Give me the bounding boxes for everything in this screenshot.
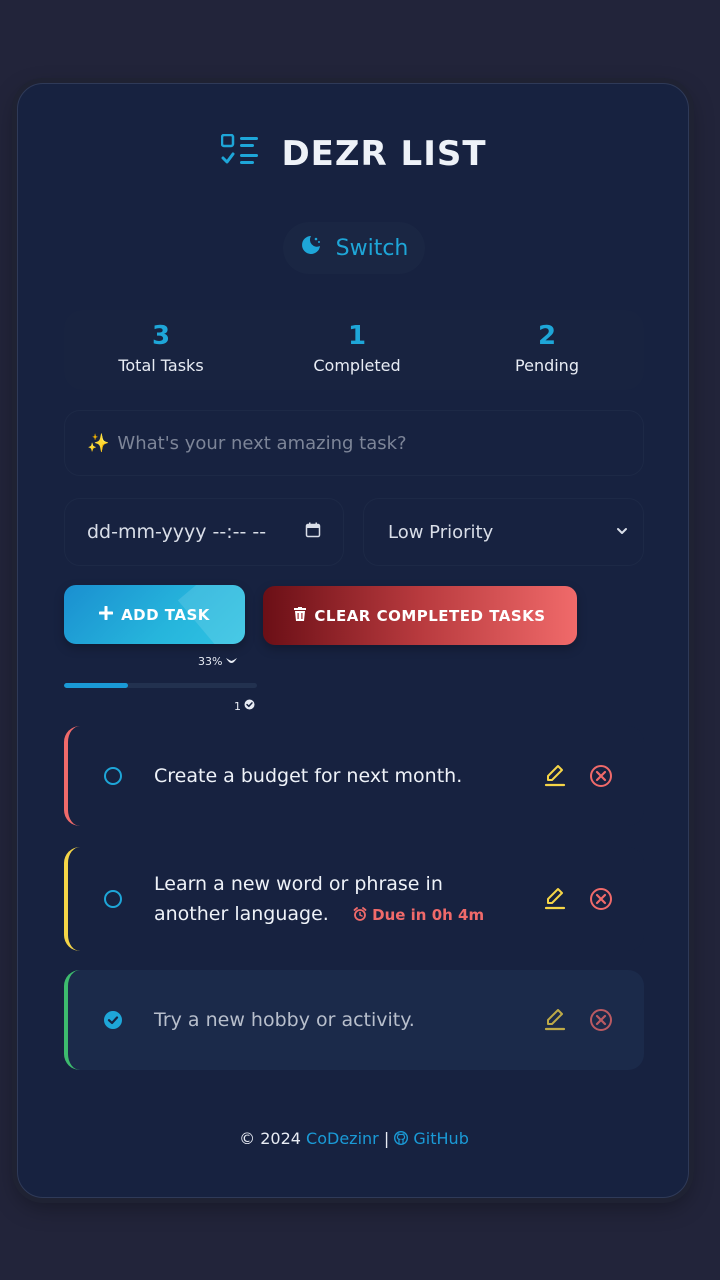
edit-icon[interactable] [544, 887, 566, 915]
task-text: Create a budget for next month. [154, 765, 463, 787]
chevron-down-icon [615, 522, 629, 543]
alarm-clock-icon [353, 906, 372, 924]
check-circle-icon [244, 699, 255, 713]
stat-pending: 2 Pending [467, 320, 627, 375]
app-title: DEZR LIST [281, 134, 487, 174]
task-checkbox[interactable] [104, 767, 122, 785]
due-date-input[interactable]: dd-mm-yyyy --:-- -- [64, 498, 344, 566]
due-date-placeholder: dd-mm-yyyy --:-- -- [87, 521, 267, 543]
header: DEZR LIST [18, 133, 690, 174]
stat-completed-value: 1 [347, 321, 367, 351]
clear-completed-button[interactable]: CLEAR COMPLETED TASKS [263, 586, 577, 645]
author-link[interactable]: CoDezinr [306, 1129, 379, 1148]
wings-icon [225, 655, 238, 668]
due-text: Due in 0h 4m [372, 906, 485, 924]
theme-switch-label: Switch [335, 235, 409, 261]
delete-icon[interactable] [589, 1008, 613, 1036]
progress-completed-count: 1 [234, 699, 255, 713]
due-badge: Due in 0h 4m [353, 906, 484, 924]
task-item: Learn a new word or phrase in another la… [64, 847, 644, 951]
progress-bar [64, 683, 257, 688]
task-checkbox[interactable] [104, 890, 122, 908]
github-label: GitHub [413, 1129, 469, 1148]
sparkles-icon: ✨ [87, 432, 110, 454]
stat-completed-label: Completed [313, 356, 401, 375]
edit-icon[interactable] [544, 1008, 566, 1036]
priority-selected-value: Low Priority [388, 521, 494, 543]
progress-percent: 33% [198, 655, 238, 668]
footer-separator: | [383, 1129, 390, 1148]
edit-icon[interactable] [544, 764, 566, 792]
trash-icon [294, 606, 307, 625]
github-icon [394, 1129, 413, 1148]
footer: © 2024 CoDezinr | GitHub [18, 1129, 690, 1148]
task-text-block: Learn a new word or phrase in another la… [154, 869, 514, 930]
stat-total-value: 3 [151, 321, 171, 351]
app-card: DEZR LIST Switch 3 Total Tasks 1 Complet… [17, 83, 689, 1198]
delete-icon[interactable] [589, 887, 613, 915]
task-checkbox-checked[interactable] [104, 1011, 122, 1029]
stats-panel: 3 Total Tasks 1 Completed 2 Pending [64, 310, 644, 390]
add-task-button[interactable]: ADD TASK [64, 585, 245, 644]
add-task-label: ADD TASK [121, 605, 210, 624]
stat-pending-label: Pending [515, 356, 579, 375]
progress-count-text: 1 [234, 699, 241, 713]
calendar-icon[interactable] [305, 521, 321, 543]
progress-percent-text: 33% [198, 655, 223, 668]
new-task-placeholder: What's your next amazing task? [117, 432, 407, 454]
task-item: Try a new hobby or activity. [64, 970, 644, 1070]
delete-icon[interactable] [589, 764, 613, 792]
stat-completed: 1 Completed [277, 320, 437, 375]
moon-icon [300, 234, 322, 262]
new-task-input[interactable]: ✨ What's your next amazing task? [64, 410, 644, 476]
plus-icon [98, 605, 114, 624]
theme-switch-button[interactable]: Switch [283, 222, 425, 274]
clear-completed-label: CLEAR COMPLETED TASKS [314, 606, 546, 625]
copyright-text: © 2024 [239, 1129, 301, 1148]
progress-bar-fill [64, 683, 128, 688]
stat-total-label: Total Tasks [118, 356, 204, 375]
priority-select[interactable]: Low Priority [363, 498, 644, 566]
checklist-icon [221, 133, 259, 174]
task-item: Create a budget for next month. [64, 726, 644, 826]
stat-pending-value: 2 [537, 321, 557, 351]
github-link[interactable]: GitHub [394, 1129, 469, 1148]
task-text: Try a new hobby or activity. [154, 1009, 415, 1031]
stat-total: 3 Total Tasks [81, 320, 241, 375]
